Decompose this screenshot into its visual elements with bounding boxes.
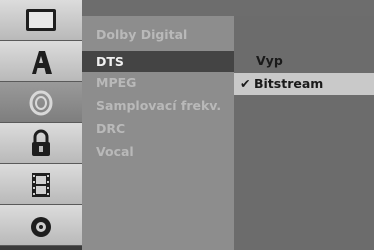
option-label: Vyp xyxy=(256,53,283,68)
option-label: Bitstream xyxy=(254,76,324,91)
menu-item-drc[interactable]: DRC xyxy=(82,118,234,139)
menu-item-dts[interactable]: DTS xyxy=(82,51,234,72)
menu-item-mpeg[interactable]: MPEG xyxy=(82,72,234,93)
menu-item-sample-rate[interactable]: Samplovací frekv. xyxy=(82,95,234,116)
rail-item-disc[interactable] xyxy=(0,205,82,246)
font-a-icon xyxy=(32,51,52,74)
category-rail xyxy=(0,0,82,250)
disc-icon xyxy=(31,217,51,237)
checkmark-icon: ✔ xyxy=(240,76,251,91)
rail-item-audio[interactable] xyxy=(0,82,82,123)
film-icon xyxy=(32,173,50,197)
setup-menu-screen: Dolby Digital DTS MPEG Samplovací frekv.… xyxy=(0,0,374,250)
rail-item-recording[interactable] xyxy=(0,164,82,205)
tv-icon xyxy=(26,9,56,31)
rail-item-language[interactable] xyxy=(0,41,82,82)
rail-item-lock[interactable] xyxy=(0,123,82,164)
audio-submenu: Dolby Digital DTS MPEG Samplovací frekv.… xyxy=(82,16,234,250)
lock-icon xyxy=(32,129,50,156)
option-bitstream[interactable]: ✔ Bitstream xyxy=(234,73,374,95)
option-off[interactable]: Vyp xyxy=(234,50,374,72)
menu-item-vocal[interactable]: Vocal xyxy=(82,141,234,162)
dts-options: Vyp ✔ Bitstream xyxy=(234,16,374,250)
menu-item-dolby-digital[interactable]: Dolby Digital xyxy=(82,24,234,45)
rail-item-display[interactable] xyxy=(0,0,82,41)
audio-disc-icon xyxy=(29,90,53,116)
